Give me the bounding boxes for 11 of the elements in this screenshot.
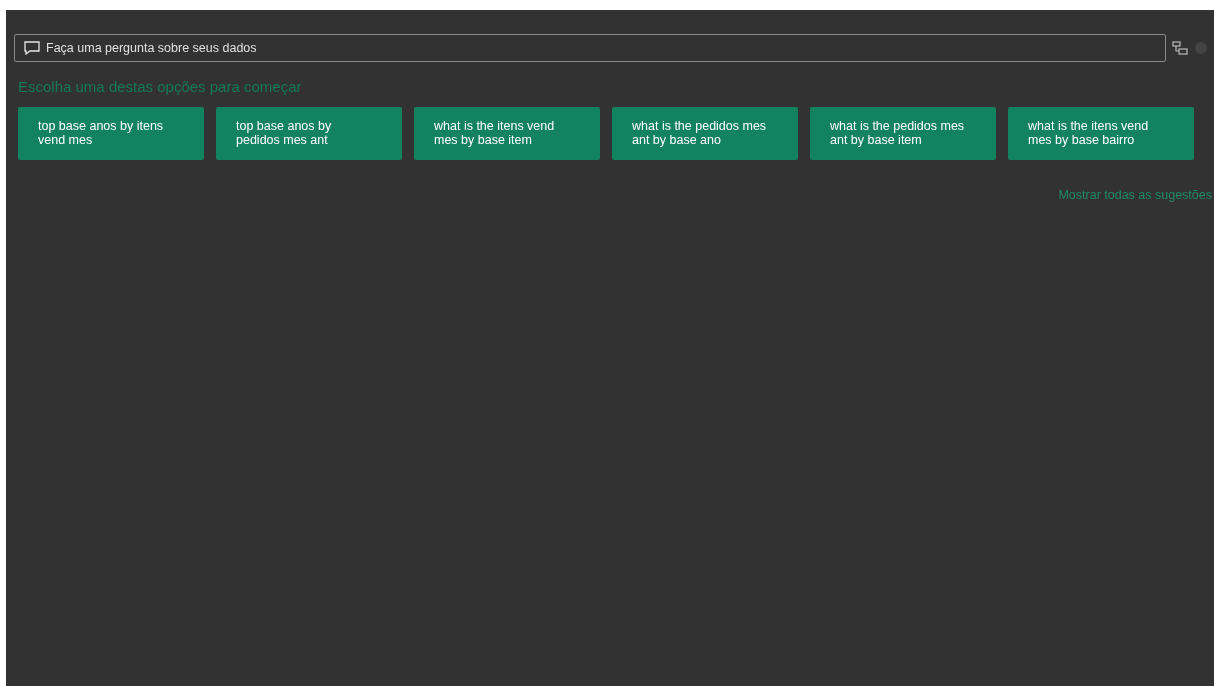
search-field[interactable]: Faça uma pergunta sobre seus dados: [14, 34, 1166, 62]
show-all-link[interactable]: Mostrar todas as sugestões: [1058, 185, 1212, 205]
suggestion-card[interactable]: top base anos by pedidos mes ant: [216, 106, 402, 160]
section-heading: Escolha uma destas opções para começar: [18, 77, 303, 97]
flow-icon[interactable]: [1172, 41, 1188, 55]
suggestion-card[interactable]: what is the pedidos mes ant by base ano: [612, 106, 798, 160]
suggestion-card[interactable]: what is the itens vend mes by base bairro: [1008, 106, 1194, 160]
speech-bubble-icon: [24, 41, 40, 55]
suggestion-card[interactable]: top base anos by itens vend mes: [18, 106, 204, 160]
suggestion-card[interactable]: what is the itens vend mes by base item: [414, 106, 600, 160]
suggestion-card[interactable]: what is the pedidos mes ant by base item: [810, 106, 996, 160]
